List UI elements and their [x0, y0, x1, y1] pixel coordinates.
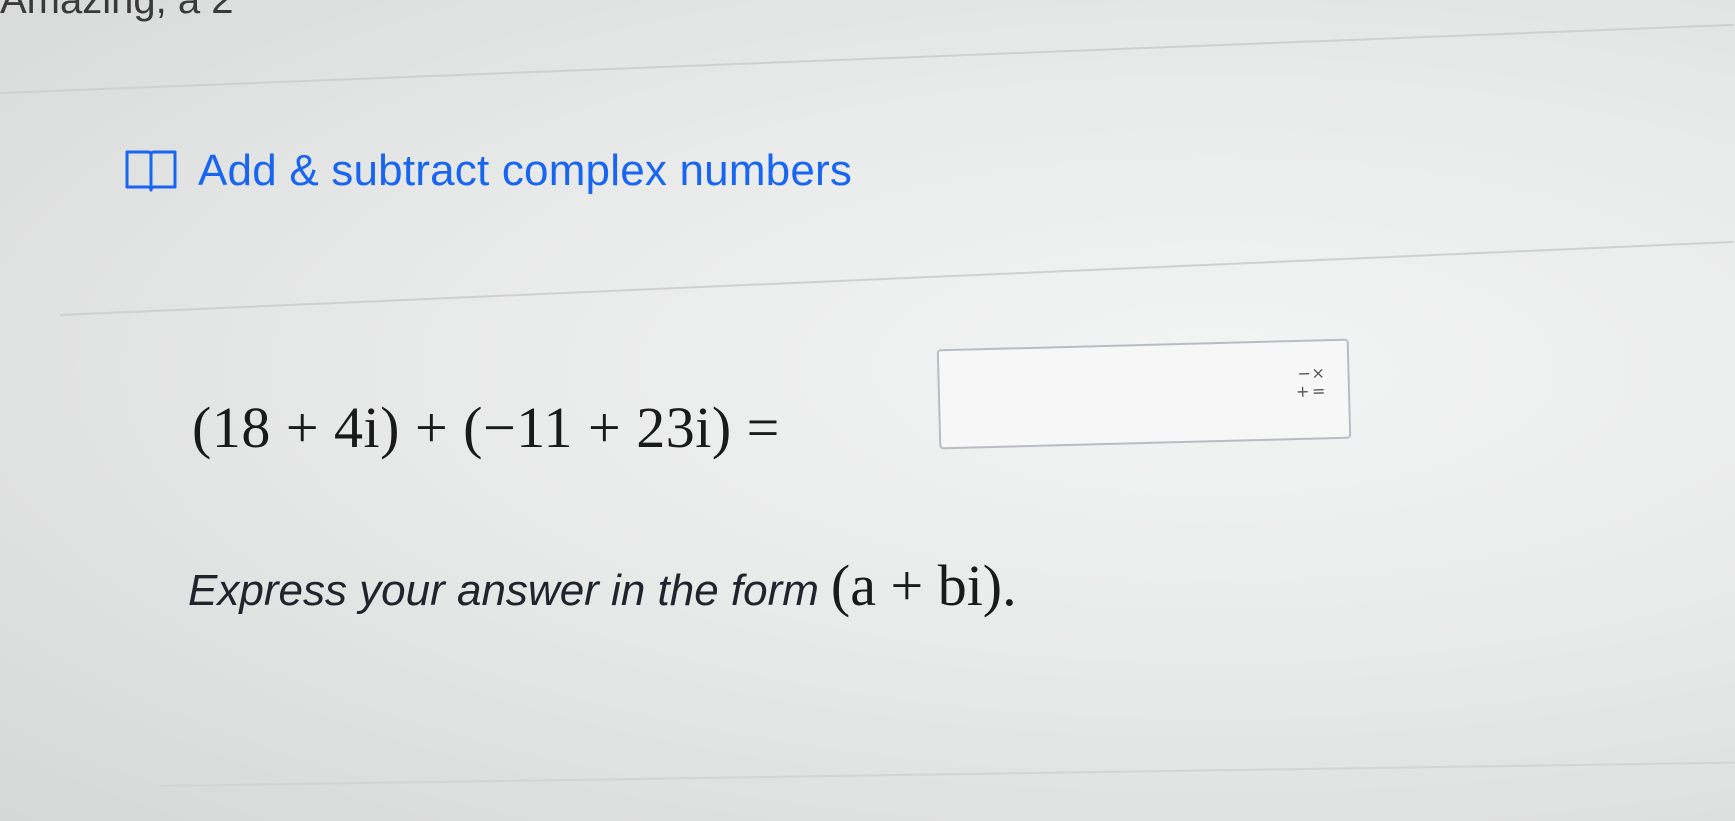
instruction-text: Express your answer in the form [188, 566, 819, 615]
problem-equation: (18 + 4i) + (−11 + 23i) = [192, 395, 780, 460]
divider [159, 761, 1735, 787]
plus-symbol: + [1295, 381, 1310, 402]
answer-input[interactable]: − × + = [936, 338, 1352, 450]
minus-symbol: − [1297, 363, 1312, 383]
divider [0, 23, 1734, 94]
answer-form: (a + bi). [830, 553, 1017, 618]
book-icon [124, 148, 178, 194]
skill-link[interactable]: Add & subtract complex numbers [124, 146, 852, 196]
skill-title[interactable]: Add & subtract complex numbers [198, 146, 852, 196]
times-symbol: × [1311, 363, 1326, 383]
instruction-row: Express your answer in the form (a + bi)… [188, 552, 1017, 619]
equals-symbol: = [1311, 381, 1326, 401]
math-keypad-icon[interactable]: − × + = [1293, 363, 1328, 406]
header-partial-text: Amazing, a 2 [0, 0, 234, 22]
divider [59, 240, 1734, 316]
